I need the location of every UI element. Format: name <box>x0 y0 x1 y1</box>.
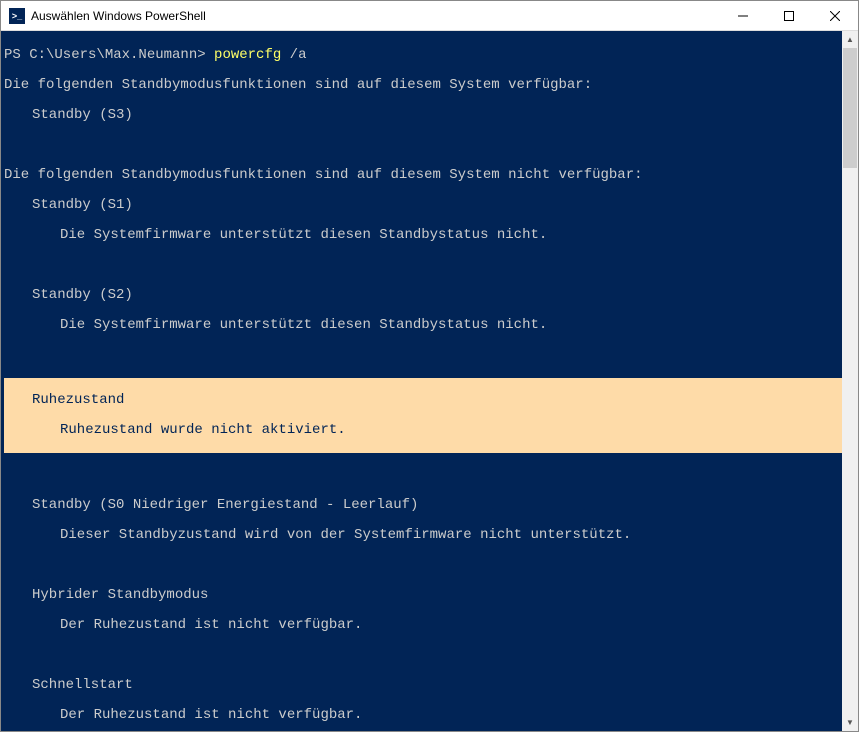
window-controls <box>720 1 858 30</box>
output-blank <box>4 648 842 663</box>
output-blank <box>4 468 842 483</box>
output-line: Der Ruhezustand ist nicht verfügbar. <box>4 708 842 723</box>
terminal-area[interactable]: PS C:\Users\Max.Neumann> powercfg /a Die… <box>1 31 842 731</box>
app-icon-glyph: >_ <box>12 11 22 21</box>
output-line: Hybrider Standbymodus <box>4 588 842 603</box>
output-line: Standby (S2) <box>4 288 842 303</box>
output-line: Der Ruhezustand ist nicht verfügbar. <box>4 618 842 633</box>
app-icon: >_ <box>9 8 25 24</box>
output-line: Dieser Standbyzustand wird von der Syste… <box>4 528 842 543</box>
command-arg: /a <box>290 47 307 63</box>
terminal-wrapper: PS C:\Users\Max.Neumann> powercfg /a Die… <box>1 31 858 731</box>
output-line: Schnellstart <box>4 678 842 693</box>
prompt-text: PS C:\Users\Max.Neumann> <box>4 47 214 63</box>
output-line: Ruhezustand <box>4 393 842 408</box>
output-blank <box>4 258 842 273</box>
window-titlebar[interactable]: >_ Auswählen Windows PowerShell <box>1 1 858 31</box>
output-blank <box>4 348 842 363</box>
command-text: powercfg <box>214 47 290 63</box>
window-title: Auswählen Windows PowerShell <box>31 9 720 23</box>
scroll-down-arrow-icon[interactable]: ▼ <box>842 714 858 731</box>
scrollbar-thumb[interactable] <box>843 48 857 168</box>
scroll-up-arrow-icon[interactable]: ▲ <box>842 31 858 48</box>
output-line: Die Systemfirmware unterstützt diesen St… <box>4 228 842 243</box>
selected-text-block: Ruhezustand Ruhezustand wurde nicht akti… <box>4 378 842 453</box>
output-blank <box>4 138 842 153</box>
output-blank <box>4 558 842 573</box>
close-button[interactable] <box>812 1 858 30</box>
output-line: Standby (S3) <box>4 108 842 123</box>
output-line: Standby (S0 Niedriger Energiestand - Lee… <box>4 498 842 513</box>
output-line: Standby (S1) <box>4 198 842 213</box>
output-line: Die folgenden Standbymodusfunktionen sin… <box>4 78 842 93</box>
vertical-scrollbar[interactable]: ▲ ▼ <box>842 31 858 731</box>
maximize-button[interactable] <box>766 1 812 30</box>
output-line: Die folgenden Standbymodusfunktionen sin… <box>4 168 842 183</box>
output-line: Ruhezustand wurde nicht aktiviert. <box>4 423 842 438</box>
output-line: Die Systemfirmware unterstützt diesen St… <box>4 318 842 333</box>
minimize-button[interactable] <box>720 1 766 30</box>
prompt-line: PS C:\Users\Max.Neumann> powercfg /a <box>4 48 842 63</box>
